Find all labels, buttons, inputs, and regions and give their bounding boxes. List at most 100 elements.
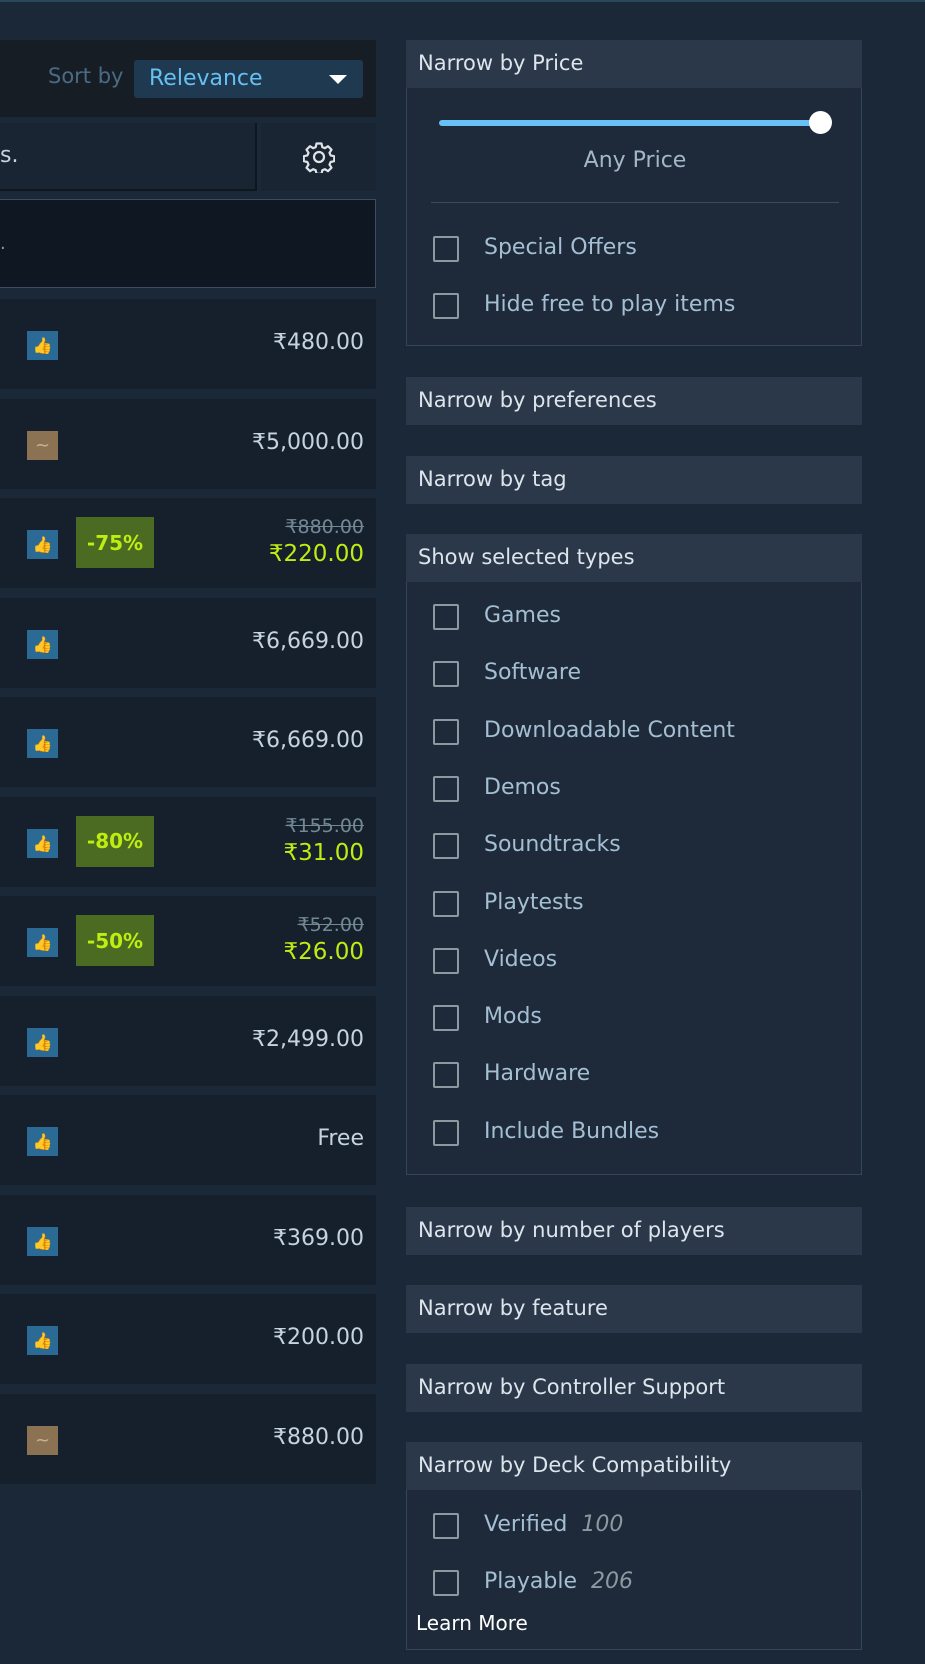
sort-bar: Sort by Relevance bbox=[0, 40, 376, 117]
filter-tag-title: Narrow by tag bbox=[418, 467, 567, 491]
result-row[interactable]: 👍 -80% ₹155.00 ₹31.00 bbox=[0, 796, 376, 887]
price-slider-label: Any Price bbox=[583, 148, 687, 173]
checkbox-label: Include Bundles bbox=[484, 1118, 660, 1144]
gear-icon bbox=[303, 142, 335, 173]
checkbox-label: Downloadable Content bbox=[484, 717, 735, 743]
search-row: s. bbox=[0, 123, 376, 191]
result-row[interactable]: 👍 -50% ₹52.00 ₹26.00 bbox=[0, 896, 376, 986]
settings-button[interactable] bbox=[261, 123, 376, 191]
checkbox-label: Hide free to play items bbox=[484, 292, 736, 317]
checkbox[interactable] bbox=[433, 1119, 459, 1146]
filter-feature-header[interactable]: Narrow by feature bbox=[406, 1285, 862, 1333]
checkbox[interactable] bbox=[433, 718, 459, 745]
result-row[interactable]: ~ ₹880.00 bbox=[0, 1393, 376, 1484]
price: ₹5,000.00 bbox=[252, 429, 364, 455]
filter-preferences-title: Narrow by preferences bbox=[418, 388, 657, 412]
mixed-review-icon: ~ bbox=[27, 1425, 58, 1455]
filter-players-title: Narrow by number of players bbox=[418, 1218, 725, 1242]
original-price: ₹52.00 bbox=[297, 914, 364, 936]
discount-badge: -75% bbox=[76, 517, 154, 568]
result-row[interactable]: ~ ₹5,000.00 bbox=[0, 398, 376, 489]
result-row[interactable]: 👍 ₹2,499.00 bbox=[0, 995, 376, 1086]
discounted-price: ₹220.00 bbox=[268, 541, 364, 567]
search-input-value: s. bbox=[0, 143, 19, 168]
checkbox-label: Soundtracks bbox=[484, 832, 621, 858]
checkbox-label: Games bbox=[484, 603, 561, 628]
filter-controller-header[interactable]: Narrow by Controller Support bbox=[406, 1364, 862, 1412]
checkbox[interactable] bbox=[433, 236, 459, 262]
price: ₹6,669.00 bbox=[252, 628, 364, 654]
checkbox-label: Playable 206 bbox=[484, 1569, 633, 1594]
checkbox[interactable] bbox=[433, 1062, 459, 1089]
discounted-price: ₹31.00 bbox=[283, 839, 364, 866]
discount-badge: -80% bbox=[76, 815, 154, 867]
checkbox[interactable] bbox=[433, 833, 459, 860]
checkbox-label: Videos bbox=[484, 946, 558, 972]
result-row[interactable]: 👍 -75% ₹880.00 ₹220.00 bbox=[0, 498, 376, 588]
filter-types-body: Games Software Downloadable Content Demos So… bbox=[406, 582, 862, 1175]
checkbox-label: Playtests bbox=[484, 889, 584, 915]
price: ₹369.00 bbox=[273, 1225, 364, 1251]
deck-option-label: Verified bbox=[484, 1512, 568, 1537]
result-row[interactable]: 👍 ₹6,669.00 bbox=[0, 697, 376, 787]
filter-price-title: Narrow by Price bbox=[418, 51, 584, 75]
thumbs-up-icon: 👍 bbox=[27, 1127, 58, 1156]
thumbs-up-icon: 👍 bbox=[27, 1326, 58, 1355]
result-row[interactable]: 👍 Free bbox=[0, 1095, 376, 1185]
filter-preferences-header[interactable]: Narrow by preferences bbox=[406, 377, 862, 425]
checkbox-label: Mods bbox=[484, 1004, 542, 1030]
result-row[interactable]: 👍 ₹6,669.00 bbox=[0, 597, 376, 688]
filter-deck-header[interactable]: Narrow by Deck Compatibility bbox=[406, 1442, 862, 1490]
checkbox[interactable] bbox=[433, 775, 459, 802]
original-price: ₹880.00 bbox=[285, 516, 364, 538]
thumbs-up-icon: 👍 bbox=[27, 530, 58, 559]
filter-deck-body: Verified 100 Playable 206 Learn More bbox=[406, 1490, 862, 1650]
chevron-down-icon bbox=[329, 75, 347, 84]
thumbs-up-icon: 👍 bbox=[27, 828, 58, 858]
thumbs-up-icon: 👍 bbox=[27, 629, 58, 659]
checkbox-label: Verified 100 bbox=[484, 1512, 623, 1537]
price-slider-track[interactable] bbox=[439, 120, 825, 126]
learn-more-link[interactable]: Learn More bbox=[416, 1611, 528, 1635]
filter-price-header[interactable]: Narrow by Price bbox=[406, 40, 862, 88]
deck-option-count: 100 bbox=[581, 1512, 624, 1537]
search-input[interactable]: s. bbox=[0, 123, 257, 191]
divider bbox=[431, 202, 839, 203]
checkbox-label: Software bbox=[484, 660, 581, 686]
results-column: Sort by Relevance s. . 👍 ₹480.00 ~ ₹5,000.0… bbox=[0, 0, 376, 1664]
result-row[interactable]: 👍 ₹369.00 bbox=[0, 1194, 376, 1285]
checkbox[interactable] bbox=[433, 1570, 459, 1596]
deck-option-count: 206 bbox=[590, 1569, 633, 1594]
checkbox[interactable] bbox=[433, 947, 459, 974]
price-slider-handle[interactable] bbox=[809, 111, 832, 134]
price: ₹880.00 bbox=[273, 1424, 364, 1450]
checkbox[interactable] bbox=[433, 1513, 459, 1539]
checkbox[interactable] bbox=[433, 293, 459, 319]
checkbox[interactable] bbox=[433, 1005, 459, 1032]
thumbs-up-icon: 👍 bbox=[27, 1027, 58, 1057]
thumbs-up-icon: 👍 bbox=[27, 1226, 58, 1256]
result-row[interactable]: 👍 ₹480.00 bbox=[0, 299, 376, 389]
filter-types-title: Show selected types bbox=[418, 545, 635, 569]
checkbox-label: Demos bbox=[484, 774, 561, 800]
price: Free bbox=[317, 1126, 364, 1151]
sort-label: Sort by bbox=[48, 64, 124, 88]
discounted-price: ₹26.00 bbox=[283, 939, 364, 965]
checkbox-label: Special Offers bbox=[484, 235, 637, 260]
filter-controller-title: Narrow by Controller Support bbox=[418, 1375, 726, 1399]
original-price: ₹155.00 bbox=[285, 814, 364, 837]
discount-badge: -50% bbox=[76, 915, 154, 966]
thumbs-up-icon: 👍 bbox=[27, 928, 58, 957]
checkbox[interactable] bbox=[433, 661, 459, 688]
checkbox[interactable] bbox=[433, 604, 459, 630]
result-row[interactable]: 👍 ₹200.00 bbox=[0, 1294, 376, 1384]
checkbox[interactable] bbox=[433, 890, 459, 917]
filter-deck-title: Narrow by Deck Compatibility bbox=[418, 1453, 732, 1477]
price: ₹200.00 bbox=[273, 1325, 364, 1350]
filter-types-header[interactable]: Show selected types bbox=[406, 534, 862, 582]
filter-tag-header[interactable]: Narrow by tag bbox=[406, 456, 862, 504]
sort-dropdown[interactable]: Relevance bbox=[134, 60, 363, 98]
filter-players-header[interactable]: Narrow by number of players bbox=[406, 1207, 862, 1255]
filter-price-body: Any Price Special Offers Hide free to pl… bbox=[406, 88, 862, 346]
sort-value: Relevance bbox=[149, 66, 263, 91]
